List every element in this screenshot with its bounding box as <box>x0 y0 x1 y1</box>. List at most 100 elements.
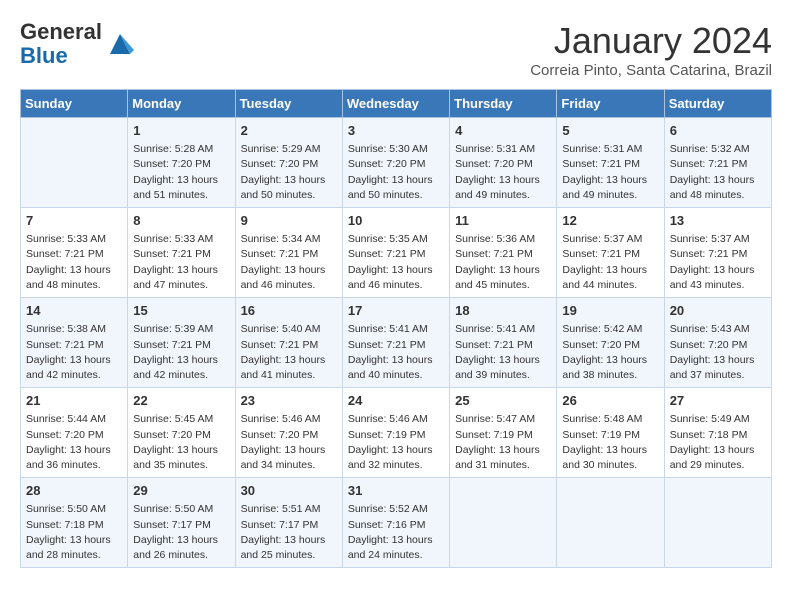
calendar-cell: 13 Sunrise: 5:37 AM Sunset: 7:21 PM Dayli… <box>664 208 771 298</box>
day-number: 6 <box>670 122 766 140</box>
logo-blue: Blue <box>20 44 102 68</box>
calendar-week-3: 14 Sunrise: 5:38 AM Sunset: 7:21 PM Dayli… <box>21 298 772 388</box>
calendar-cell: 28 Sunrise: 5:50 AM Sunset: 7:18 PM Dayli… <box>21 478 128 568</box>
day-info: Sunrise: 5:43 AM Sunset: 7:20 PM Dayligh… <box>670 322 766 383</box>
calendar-cell: 10Sunrise: 5:35 AM Sunset: 7:21 PM Dayli… <box>342 208 449 298</box>
calendar-cell: 3 Sunrise: 5:30 AM Sunset: 7:20 PM Daylig… <box>342 118 449 208</box>
calendar-cell: 5 Sunrise: 5:31 AM Sunset: 7:21 PM Daylig… <box>557 118 664 208</box>
logo-icon <box>106 30 134 58</box>
header-row: SundayMondayTuesdayWednesdayThursdayFrid… <box>21 90 772 118</box>
day-number: 11 <box>455 212 551 230</box>
calendar-cell <box>21 118 128 208</box>
day-info: Sunrise: 5:40 AM Sunset: 7:21 PM Dayligh… <box>241 322 337 383</box>
calendar-cell <box>450 478 557 568</box>
calendar-cell: 12 Sunrise: 5:37 AM Sunset: 7:21 PM Dayli… <box>557 208 664 298</box>
day-info: Sunrise: 5:46 AM Sunset: 7:19 PM Dayligh… <box>348 412 444 473</box>
calendar-cell: 20 Sunrise: 5:43 AM Sunset: 7:20 PM Dayli… <box>664 298 771 388</box>
header-cell-tuesday: Tuesday <box>235 90 342 118</box>
calendar-cell: 11 Sunrise: 5:36 AM Sunset: 7:21 PM Dayli… <box>450 208 557 298</box>
day-info: Sunrise: 5:41 AM Sunset: 7:21 PM Dayligh… <box>348 322 444 383</box>
day-number: 5 <box>562 122 658 140</box>
day-info: Sunrise: 5:50 AM Sunset: 7:17 PM Dayligh… <box>133 502 229 563</box>
day-info: Sunrise: 5:33 AM Sunset: 7:21 PM Dayligh… <box>26 232 122 293</box>
header-cell-friday: Friday <box>557 90 664 118</box>
calendar-cell: 16 Sunrise: 5:40 AM Sunset: 7:21 PM Dayli… <box>235 298 342 388</box>
day-number: 29 <box>133 482 229 500</box>
calendar-body: 1 Sunrise: 5:28 AM Sunset: 7:20 PM Daylig… <box>21 118 772 568</box>
month-title: January 2024 <box>530 20 772 62</box>
day-number: 7 <box>26 212 122 230</box>
day-info: Sunrise: 5:44 AM Sunset: 7:20 PM Dayligh… <box>26 412 122 473</box>
logo: General Blue <box>20 20 134 68</box>
day-info: Sunrise: 5:32 AM Sunset: 7:21 PM Dayligh… <box>670 142 766 203</box>
header-cell-thursday: Thursday <box>450 90 557 118</box>
calendar-cell <box>557 478 664 568</box>
calendar-cell: 18Sunrise: 5:41 AM Sunset: 7:21 PM Dayli… <box>450 298 557 388</box>
day-info: Sunrise: 5:47 AM Sunset: 7:19 PM Dayligh… <box>455 412 551 473</box>
calendar-cell: 17 Sunrise: 5:41 AM Sunset: 7:21 PM Dayli… <box>342 298 449 388</box>
day-number: 27 <box>670 392 766 410</box>
calendar-table: SundayMondayTuesdayWednesdayThursdayFrid… <box>20 89 772 568</box>
day-info: Sunrise: 5:29 AM Sunset: 7:20 PM Dayligh… <box>241 142 337 203</box>
calendar-week-5: 28 Sunrise: 5:50 AM Sunset: 7:18 PM Dayli… <box>21 478 772 568</box>
logo-text: General Blue <box>20 20 102 68</box>
day-info: Sunrise: 5:35 AM Sunset: 7:21 PM Dayligh… <box>348 232 444 293</box>
day-info: Sunrise: 5:42 AM Sunset: 7:20 PM Dayligh… <box>562 322 658 383</box>
header-cell-sunday: Sunday <box>21 90 128 118</box>
day-number: 24 <box>348 392 444 410</box>
day-info: Sunrise: 5:31 AM Sunset: 7:20 PM Dayligh… <box>455 142 551 203</box>
day-number: 20 <box>670 302 766 320</box>
day-number: 3 <box>348 122 444 140</box>
header-cell-monday: Monday <box>128 90 235 118</box>
day-info: Sunrise: 5:31 AM Sunset: 7:21 PM Dayligh… <box>562 142 658 203</box>
day-number: 23 <box>241 392 337 410</box>
calendar-cell <box>664 478 771 568</box>
day-info: Sunrise: 5:39 AM Sunset: 7:21 PM Dayligh… <box>133 322 229 383</box>
day-info: Sunrise: 5:36 AM Sunset: 7:21 PM Dayligh… <box>455 232 551 293</box>
day-number: 19 <box>562 302 658 320</box>
calendar-cell: 9Sunrise: 5:34 AM Sunset: 7:21 PM Daylig… <box>235 208 342 298</box>
day-info: Sunrise: 5:50 AM Sunset: 7:18 PM Dayligh… <box>26 502 122 563</box>
page-header: General Blue January 2024 Correia Pinto,… <box>20 20 772 79</box>
calendar-cell: 22Sunrise: 5:45 AM Sunset: 7:20 PM Dayli… <box>128 388 235 478</box>
location: Correia Pinto, Santa Catarina, Brazil <box>530 62 772 79</box>
calendar-cell: 27Sunrise: 5:49 AM Sunset: 7:18 PM Dayli… <box>664 388 771 478</box>
day-info: Sunrise: 5:30 AM Sunset: 7:20 PM Dayligh… <box>348 142 444 203</box>
calendar-cell: 30Sunrise: 5:51 AM Sunset: 7:17 PM Dayli… <box>235 478 342 568</box>
day-number: 22 <box>133 392 229 410</box>
header-cell-wednesday: Wednesday <box>342 90 449 118</box>
day-info: Sunrise: 5:38 AM Sunset: 7:21 PM Dayligh… <box>26 322 122 383</box>
calendar-cell: 4Sunrise: 5:31 AM Sunset: 7:20 PM Daylig… <box>450 118 557 208</box>
day-number: 28 <box>26 482 122 500</box>
day-number: 1 <box>133 122 229 140</box>
day-number: 15 <box>133 302 229 320</box>
day-info: Sunrise: 5:28 AM Sunset: 7:20 PM Dayligh… <box>133 142 229 203</box>
day-info: Sunrise: 5:37 AM Sunset: 7:21 PM Dayligh… <box>562 232 658 293</box>
title-block: January 2024 Correia Pinto, Santa Catari… <box>530 20 772 79</box>
day-number: 31 <box>348 482 444 500</box>
logo-general: General <box>20 20 102 44</box>
day-number: 13 <box>670 212 766 230</box>
day-number: 25 <box>455 392 551 410</box>
header-cell-saturday: Saturday <box>664 90 771 118</box>
day-info: Sunrise: 5:46 AM Sunset: 7:20 PM Dayligh… <box>241 412 337 473</box>
day-number: 16 <box>241 302 337 320</box>
calendar-week-4: 21Sunrise: 5:44 AM Sunset: 7:20 PM Dayli… <box>21 388 772 478</box>
calendar-cell: 6 Sunrise: 5:32 AM Sunset: 7:21 PM Daylig… <box>664 118 771 208</box>
day-number: 8 <box>133 212 229 230</box>
calendar-cell: 23 Sunrise: 5:46 AM Sunset: 7:20 PM Dayli… <box>235 388 342 478</box>
day-number: 9 <box>241 212 337 230</box>
day-number: 26 <box>562 392 658 410</box>
day-number: 14 <box>26 302 122 320</box>
calendar-cell: 21Sunrise: 5:44 AM Sunset: 7:20 PM Dayli… <box>21 388 128 478</box>
calendar-cell: 25 Sunrise: 5:47 AM Sunset: 7:19 PM Dayli… <box>450 388 557 478</box>
day-info: Sunrise: 5:51 AM Sunset: 7:17 PM Dayligh… <box>241 502 337 563</box>
calendar-week-1: 1 Sunrise: 5:28 AM Sunset: 7:20 PM Daylig… <box>21 118 772 208</box>
day-number: 2 <box>241 122 337 140</box>
calendar-cell: 29 Sunrise: 5:50 AM Sunset: 7:17 PM Dayli… <box>128 478 235 568</box>
day-number: 17 <box>348 302 444 320</box>
day-number: 12 <box>562 212 658 230</box>
calendar-cell: 1 Sunrise: 5:28 AM Sunset: 7:20 PM Daylig… <box>128 118 235 208</box>
day-info: Sunrise: 5:37 AM Sunset: 7:21 PM Dayligh… <box>670 232 766 293</box>
day-info: Sunrise: 5:52 AM Sunset: 7:16 PM Dayligh… <box>348 502 444 563</box>
